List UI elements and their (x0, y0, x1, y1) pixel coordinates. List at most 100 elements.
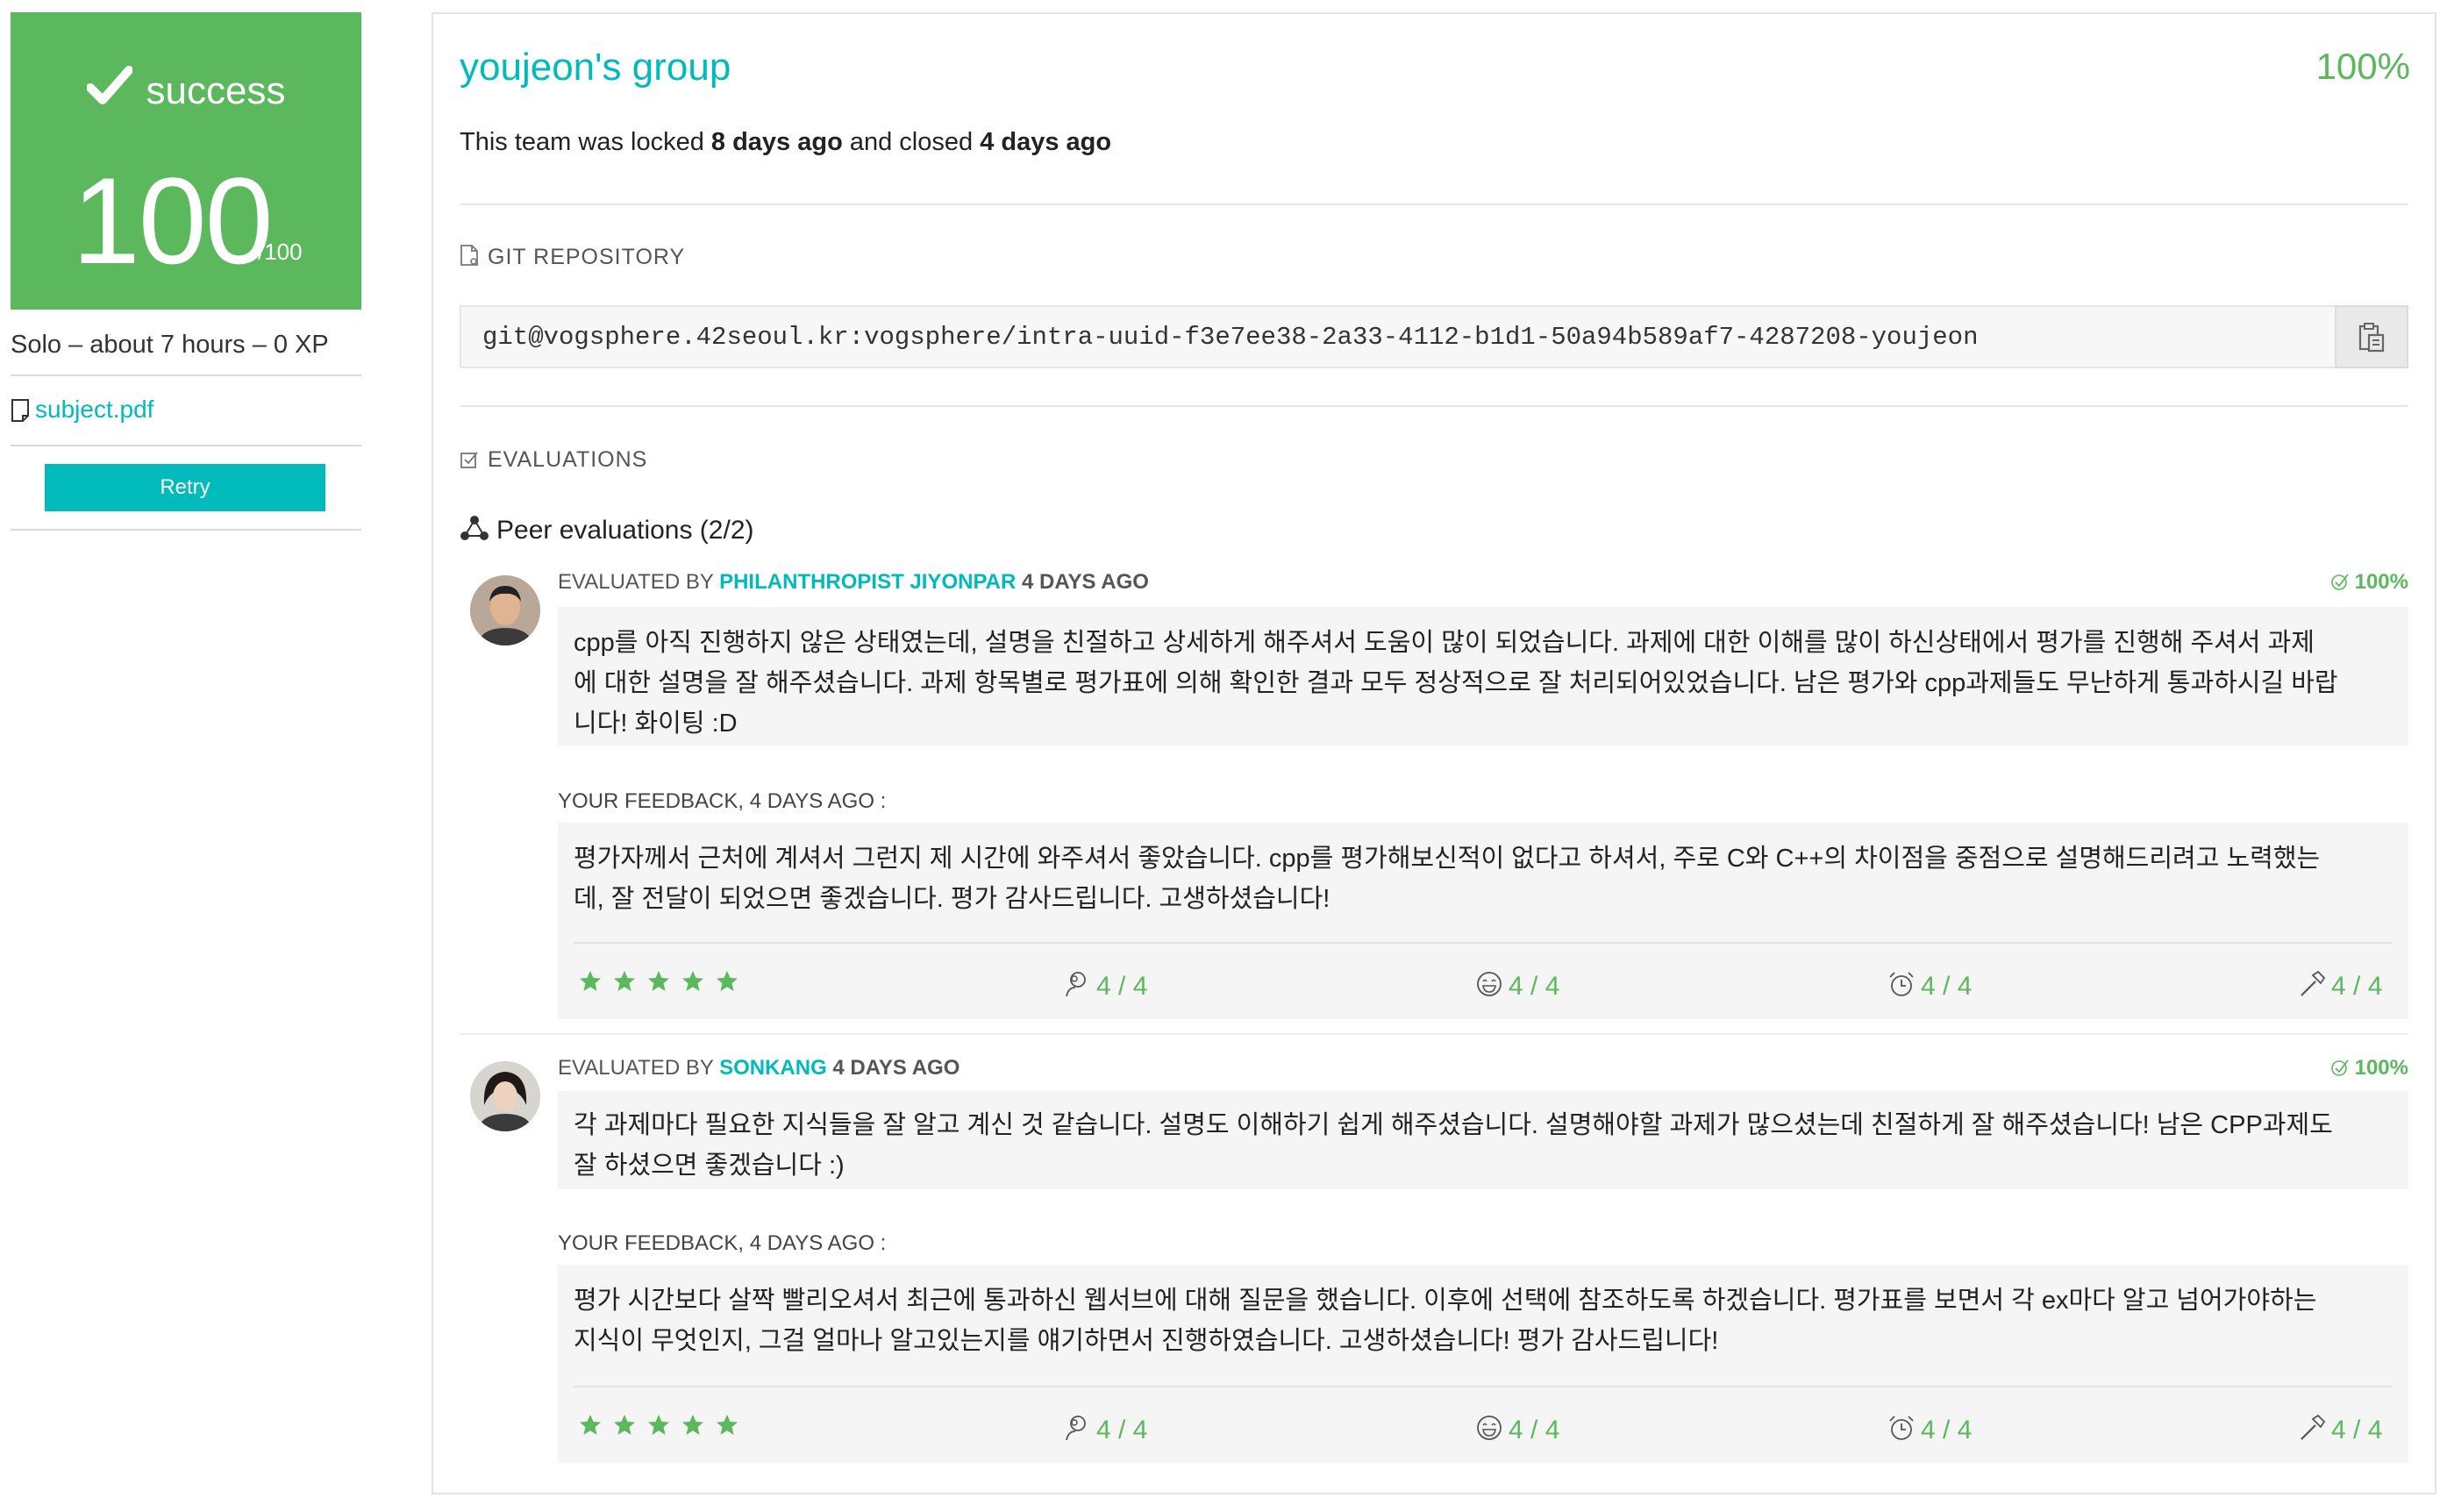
star-icon (648, 971, 669, 991)
smiley-icon (1477, 1416, 1502, 1440)
smiley-icon (1477, 972, 1502, 996)
divider (11, 529, 361, 531)
final-score: 100 (72, 152, 274, 289)
status-label: success (146, 69, 286, 112)
hammer-icon (2301, 1414, 2326, 1440)
file-icon (11, 399, 29, 422)
check-circle-icon (2330, 1059, 2349, 1076)
feedback-label: YOUR FEEDBACK, 4 DAYS AGO : (558, 789, 887, 813)
alarm-clock-icon (1889, 972, 1914, 996)
avatar[interactable] (470, 1061, 540, 1131)
rigorous-value: 4 / 4 (2331, 972, 2383, 1001)
check-circle-icon (2330, 574, 2349, 590)
score-box: success 100 /100 (11, 12, 361, 310)
evaluation-card: EVALUATED BY PHILANTHROPIST JIYONPAR 4 D… (460, 570, 2408, 1019)
team-percent: 100% (2315, 46, 2410, 87)
avatar[interactable] (470, 575, 540, 645)
team-name: youjeon's group (460, 46, 731, 89)
star-icon (717, 971, 738, 991)
comment-line: 니다! 화이팅 :D (574, 710, 738, 738)
star-icon (614, 971, 635, 991)
evaluator-login-link[interactable]: SONKANG (719, 1056, 827, 1080)
copy-button[interactable] (2335, 305, 2408, 368)
star-icon (682, 1415, 703, 1435)
rigorous-rating: 4 / 4 (2298, 1410, 2382, 1451)
interested-rating: 4 / 4 (1063, 1410, 1147, 1451)
team-panel: youjeon's group 100% This team was locke… (432, 12, 2436, 1494)
interested-icon (1066, 972, 1086, 997)
score-max: /100 (258, 239, 303, 265)
retry-button[interactable]: Retry (45, 464, 325, 511)
star-icon (682, 971, 703, 991)
evaluation-card: EVALUATED BY SONKANG 4 DAYS AGO 100% 각 과… (460, 1056, 2408, 1489)
avatar-image (470, 1061, 540, 1131)
interested-value: 4 / 4 (1096, 972, 1148, 1001)
friendly-value: 4 / 4 (1509, 972, 1560, 1001)
feedback-line: 평가 시간보다 살짝 빨리오셔서 최근에 통과하신 웹서브에 대해 질문을 했습… (574, 1287, 2317, 1315)
punctuality-value: 4 / 4 (1921, 1416, 1973, 1444)
file-code-icon (460, 245, 478, 266)
avatar-image (470, 575, 540, 645)
interested-value: 4 / 4 (1096, 1416, 1148, 1444)
punctuality-rating: 4 / 4 (1887, 966, 1972, 1007)
evaluations-title: EVALUATIONS (460, 447, 647, 473)
comment-line: 에 대한 설명을 잘 해주셨습니다. 과제 항목별로 평가표에 의해 확인한 결… (574, 669, 2338, 697)
star-icon (614, 1415, 635, 1435)
divider (460, 405, 2408, 407)
project-sidebar: success 100 /100 Solo – about 7 hours – … (11, 12, 361, 531)
comment-line: 각 과제마다 필요한 지식들을 잘 알고 계신 것 같습니다. 설명도 이해하기… (574, 1111, 2333, 1139)
star-icon (580, 971, 601, 991)
rigorous-rating: 4 / 4 (2298, 966, 2382, 1007)
check-icon (85, 66, 133, 104)
checkbox-icon (460, 452, 478, 468)
evaluation-percent: 100% (2330, 1056, 2408, 1081)
evaluation-date: 4 DAYS AGO (1016, 570, 1149, 594)
interested-icon (1066, 1416, 1086, 1441)
interested-rating: 4 / 4 (1063, 966, 1147, 1007)
friendly-value: 4 / 4 (1509, 1416, 1560, 1444)
feedback-label: YOUR FEEDBACK, 4 DAYS AGO : (558, 1231, 887, 1255)
star-icon (717, 1415, 738, 1435)
alarm-clock-icon (1889, 1416, 1914, 1440)
clipboard-icon (2358, 323, 2385, 353)
star-icon (580, 1415, 601, 1435)
friendly-rating: 4 / 4 (1475, 1410, 1559, 1451)
peer-evaluations-title: Peer evaluations (2/2) (460, 514, 754, 546)
evaluated-by-label: EVALUATED BY (558, 570, 720, 594)
evaluation-percent: 100% (2330, 570, 2408, 595)
feedback-line: 데, 잘 전달이 되었으면 좋겠습니다. 평가 감사드립니다. 고생하셨습니다! (574, 885, 1331, 913)
evaluator-line: EVALUATED BY SONKANG 4 DAYS AGO (558, 1056, 960, 1081)
punctuality-value: 4 / 4 (1921, 972, 1973, 1001)
rigorous-value: 4 / 4 (2331, 1416, 2383, 1444)
divider (460, 1033, 2408, 1035)
evaluator-line: EVALUATED BY PHILANTHROPIST JIYONPAR 4 D… (558, 570, 1149, 595)
lock-middle: and closed (842, 128, 981, 156)
locked-ago: 8 days ago (710, 128, 843, 156)
feedback-box: 평가자께서 근처에 계셔서 그런지 제 시간에 와주셔서 좋았습니다. cpp를… (558, 823, 2408, 1019)
punctuality-rating: 4 / 4 (1887, 1410, 1972, 1451)
evaluations-label: EVALUATIONS (488, 447, 648, 472)
repo-url-field[interactable]: git@vogsphere.42seoul.kr:vogsphere/intra… (460, 305, 2408, 368)
peer-evaluations-label: Peer evaluations (2/2) (496, 516, 754, 545)
git-repository-title: GIT REPOSITORY (460, 244, 685, 270)
lock-status: This team was locked 8 days ago and clos… (460, 128, 1111, 157)
evaluated-by-label: EVALUATED BY (558, 1056, 720, 1080)
evaluation-percent-value: 100% (2354, 1056, 2408, 1080)
closed-ago: 4 days ago (980, 128, 1112, 156)
feedback-line: 평가자께서 근처에 계셔서 그런지 제 시간에 와주셔서 좋았습니다. cpp를… (574, 845, 2321, 873)
evaluator-login-link[interactable]: PHILANTHROPIST JIYONPAR (719, 570, 1016, 594)
evaluation-percent-value: 100% (2354, 570, 2408, 594)
friendly-rating: 4 / 4 (1475, 966, 1559, 1007)
feedback-line: 지식이 무엇인지, 그걸 얼마나 알고있는지를 얘기하면서 진행하였습니다. 고… (574, 1327, 1719, 1355)
subject-link[interactable]: subject.pdf (35, 396, 153, 423)
retry-wrap: Retry (11, 446, 361, 529)
feedback-ratings: 4 / 4 4 / 4 4 / 4 4 / 4 (574, 1386, 2393, 1461)
peers-icon (460, 516, 489, 540)
feedback-ratings: 4 / 4 4 / 4 4 / 4 4 / 4 (574, 942, 2393, 1017)
evaluator-comment: cpp를 아직 진행하지 않은 상태였는데, 설명을 친절하고 상세하게 해주셔… (558, 607, 2408, 745)
status-badge: success (11, 65, 361, 113)
repo-url[interactable]: git@vogsphere.42seoul.kr:vogsphere/intra… (482, 323, 1978, 352)
comment-line: 잘 하셨으면 좋겠습니다 :) (574, 1152, 845, 1180)
hammer-icon (2301, 970, 2326, 996)
comment-line: cpp를 아직 진행하지 않은 상태였는데, 설명을 친절하고 상세하게 해주셔… (574, 629, 2315, 657)
